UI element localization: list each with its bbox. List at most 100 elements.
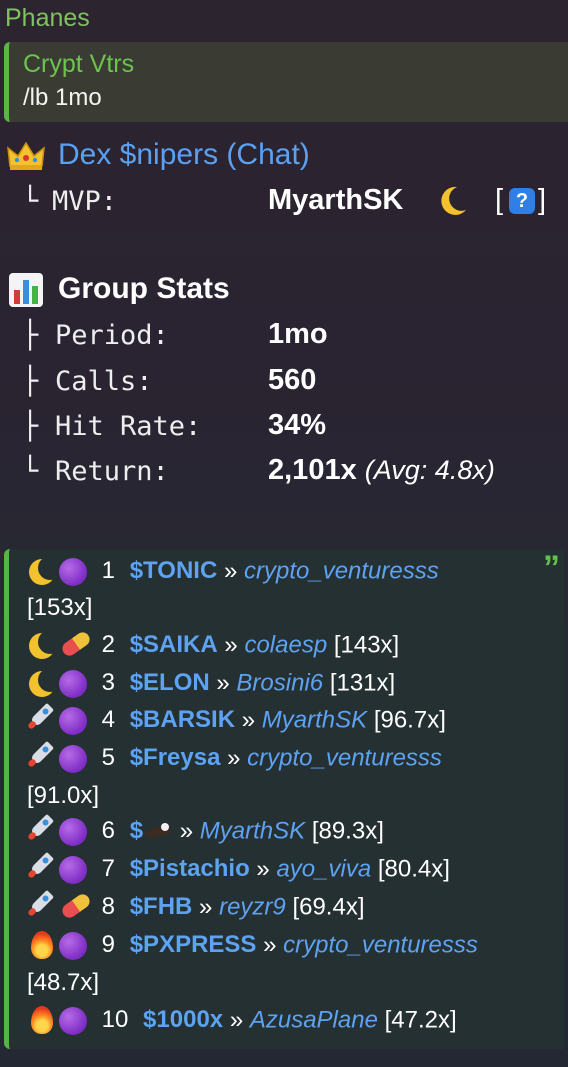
purple-circle-icon bbox=[59, 557, 91, 587]
rank: 5 bbox=[101, 744, 116, 772]
mvp-value: MyarthSK bbox=[268, 184, 404, 216]
leaderboard-row: 5 $Freysa » crypto_venturesss bbox=[27, 740, 442, 774]
stat-label-calls: Calls: bbox=[55, 366, 153, 397]
leaderboard-row: 7 $Pistachio » ayo_viva [80.4x] bbox=[27, 851, 450, 885]
leaderboard-row: 3 $ELON » Brosini6 [131x] bbox=[27, 668, 396, 699]
crescent-moon-icon bbox=[27, 630, 62, 661]
ticker-link[interactable]: $ELON bbox=[130, 669, 210, 696]
link-question-icon[interactable]: ? bbox=[509, 188, 535, 214]
purple-circle-icon bbox=[59, 931, 91, 961]
leaderboard-row: 9 $PXPRESS » crypto_venturesss bbox=[27, 931, 478, 961]
crescent-moon-icon bbox=[437, 184, 467, 218]
mvp-prefix: └ bbox=[22, 186, 39, 217]
leaderboard-row: 1 $TONIC » crypto_venturesss bbox=[27, 556, 439, 587]
ticker-link[interactable]: $ bbox=[130, 817, 173, 844]
user-link[interactable]: crypto_venturesss bbox=[247, 744, 442, 771]
multiplier: [153x] bbox=[27, 594, 93, 621]
purple-circle-icon bbox=[59, 744, 91, 774]
stat-label-hit-rate: Hit Rate: bbox=[55, 411, 202, 442]
user-link[interactable]: ayo_viva bbox=[276, 855, 371, 882]
rocket-icon bbox=[27, 851, 59, 885]
stat-prefix: ├ bbox=[22, 366, 39, 397]
pill-icon bbox=[59, 629, 93, 661]
separator: » bbox=[179, 817, 194, 845]
leaderboard-row: 10 $1000x » AzusaPlane [47.2x] bbox=[27, 1006, 457, 1036]
leaderboard-block: ” 1 $TONIC » crypto_venturesss [153x] 2 … bbox=[4, 549, 564, 1049]
group-title[interactable]: Dex $nipers (Chat) bbox=[58, 138, 310, 172]
ticker-link[interactable]: $Pistachio bbox=[130, 855, 250, 882]
separator: » bbox=[263, 931, 277, 959]
rocket-icon bbox=[27, 702, 59, 736]
rocket-icon bbox=[27, 889, 59, 923]
rocket-icon bbox=[27, 740, 59, 774]
multiplier: [80.4x] bbox=[377, 855, 450, 883]
multiplier: [131x] bbox=[329, 669, 396, 697]
user-link[interactable]: reyzr9 bbox=[219, 893, 286, 920]
leaderboard-row: 8 $FHB » reyzr9 [69.4x] bbox=[27, 889, 365, 923]
separator: » bbox=[256, 855, 270, 883]
return-average: (Avg: 4.8x) bbox=[364, 455, 495, 485]
link-bracket-open: [ bbox=[495, 184, 504, 216]
crescent-moon-icon bbox=[27, 556, 62, 587]
multiplier: [91.0x] bbox=[27, 782, 100, 809]
ticker-link[interactable]: $Freysa bbox=[130, 744, 221, 771]
user-link[interactable]: crypto_venturesss bbox=[283, 931, 478, 958]
user-link[interactable]: AzusaPlane bbox=[250, 1006, 378, 1033]
mvp-label: MVP: bbox=[52, 186, 118, 217]
quote-mark-icon: ” bbox=[543, 549, 560, 587]
user-link[interactable]: Brosini6 bbox=[236, 669, 323, 696]
stat-prefix: ├ bbox=[22, 320, 39, 351]
user-link[interactable]: MyarthSK bbox=[262, 706, 367, 733]
multiplier: [69.4x] bbox=[292, 893, 365, 921]
user-link[interactable]: colaesp bbox=[244, 631, 327, 658]
stat-label-period: Period: bbox=[55, 320, 169, 351]
ticker-link[interactable]: $FHB bbox=[130, 893, 193, 920]
separator: » bbox=[216, 669, 230, 697]
ticker-link[interactable]: $SAIKA bbox=[130, 631, 218, 658]
crescent-moon-icon bbox=[27, 668, 62, 699]
rank: 10 bbox=[101, 1006, 129, 1034]
ticker-link[interactable]: $TONIC bbox=[130, 557, 218, 584]
bar-chart-icon bbox=[8, 272, 44, 313]
purple-circle-icon bbox=[59, 817, 91, 847]
purple-circle-icon bbox=[59, 706, 91, 736]
fire-icon bbox=[27, 1006, 59, 1036]
leaderboard-row: 2 $SAIKA » colaesp [143x] bbox=[27, 629, 400, 661]
purple-circle-icon bbox=[59, 1006, 91, 1036]
user-link[interactable]: MyarthSK bbox=[200, 817, 305, 844]
user-link[interactable]: crypto_venturesss bbox=[244, 557, 439, 584]
stat-prefix: ├ bbox=[22, 411, 39, 442]
rank: 9 bbox=[101, 931, 116, 959]
rank: 8 bbox=[101, 893, 116, 921]
ticker-link[interactable]: $BARSIK bbox=[130, 706, 235, 733]
rank: 6 bbox=[101, 817, 116, 845]
stat-value-hit-rate: 34% bbox=[268, 409, 327, 441]
stat-value-return: 2,101x (Avg: 4.8x) bbox=[268, 454, 495, 487]
stats-title: Group Stats bbox=[58, 272, 230, 305]
ticker-link[interactable]: $1000x bbox=[143, 1006, 223, 1033]
leaderboard-row: 6 $ » MyarthSK [89.3x] bbox=[27, 813, 384, 847]
separator: » bbox=[199, 893, 213, 921]
rank: 7 bbox=[101, 855, 116, 883]
multiplier: [47.2x] bbox=[384, 1006, 457, 1034]
stat-label-return: Return: bbox=[55, 456, 169, 487]
link-bracket-close: ] bbox=[538, 184, 547, 216]
separator: » bbox=[223, 557, 238, 585]
fire-icon bbox=[27, 931, 59, 961]
leaderboard-row: 4 $BARSIK » MyarthSK [96.7x] bbox=[27, 702, 446, 736]
multiplier: [48.7x] bbox=[27, 969, 100, 996]
rank: 2 bbox=[101, 631, 116, 659]
rank: 4 bbox=[101, 706, 116, 734]
multiplier: [96.7x] bbox=[373, 706, 446, 734]
purple-circle-icon bbox=[59, 855, 91, 885]
reply-author: Crypt Vtrs bbox=[23, 50, 135, 78]
multiplier: [143x] bbox=[333, 631, 400, 659]
sender-name[interactable]: Phanes bbox=[5, 4, 90, 33]
pill-icon bbox=[59, 891, 93, 923]
stat-value-period: 1mo bbox=[268, 318, 328, 350]
rank: 1 bbox=[101, 557, 116, 585]
ticker-link[interactable]: $PXPRESS bbox=[130, 931, 257, 958]
reply-preview[interactable]: Crypt Vtrs /lb 1mo bbox=[4, 42, 568, 122]
rocket-icon bbox=[27, 813, 59, 847]
purple-circle-icon bbox=[59, 669, 91, 699]
